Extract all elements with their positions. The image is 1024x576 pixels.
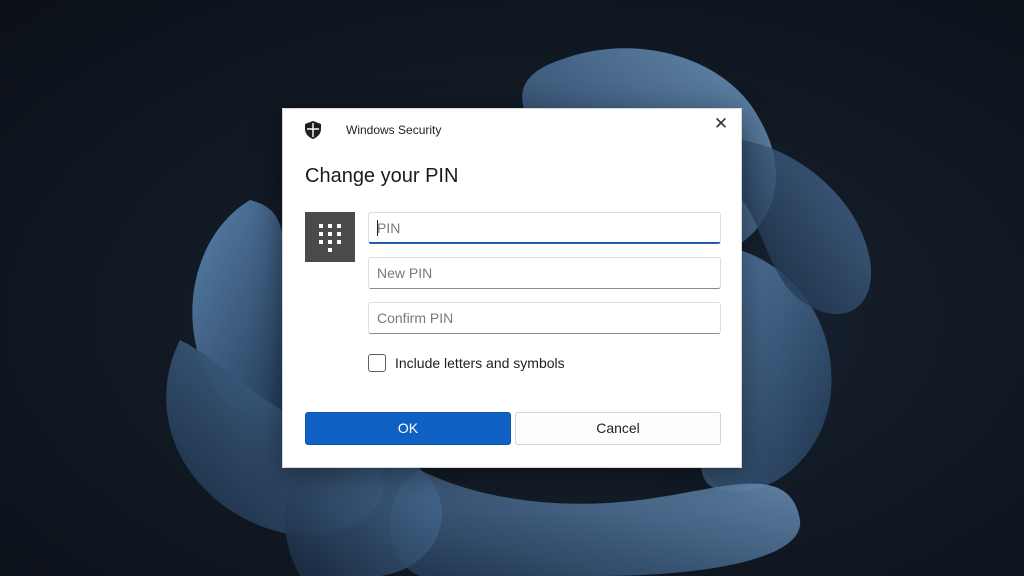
shield-icon xyxy=(305,121,321,139)
new-pin-field[interactable] xyxy=(368,257,721,289)
cancel-button[interactable]: Cancel xyxy=(515,412,721,445)
include-letters-checkbox[interactable] xyxy=(368,354,386,372)
close-button[interactable]: ✕ xyxy=(707,111,735,137)
desktop-background: Windows Security ✕ Change your PIN Inclu… xyxy=(0,0,1024,576)
app-title: Windows Security xyxy=(346,123,442,137)
keypad-tile xyxy=(305,212,355,262)
keypad-icon xyxy=(319,224,341,252)
text-caret xyxy=(377,220,378,236)
dialog-heading: Change your PIN xyxy=(305,165,459,187)
ok-button[interactable]: OK xyxy=(305,412,511,445)
close-icon: ✕ xyxy=(713,114,729,133)
title-bar: Windows Security ✕ xyxy=(283,109,741,151)
confirm-pin-field[interactable] xyxy=(368,302,721,334)
pin-field[interactable] xyxy=(368,212,721,244)
change-pin-dialog: Windows Security ✕ Change your PIN Inclu… xyxy=(282,108,742,468)
include-letters-label[interactable]: Include letters and symbols xyxy=(395,355,565,371)
include-letters-row[interactable]: Include letters and symbols xyxy=(368,352,565,374)
